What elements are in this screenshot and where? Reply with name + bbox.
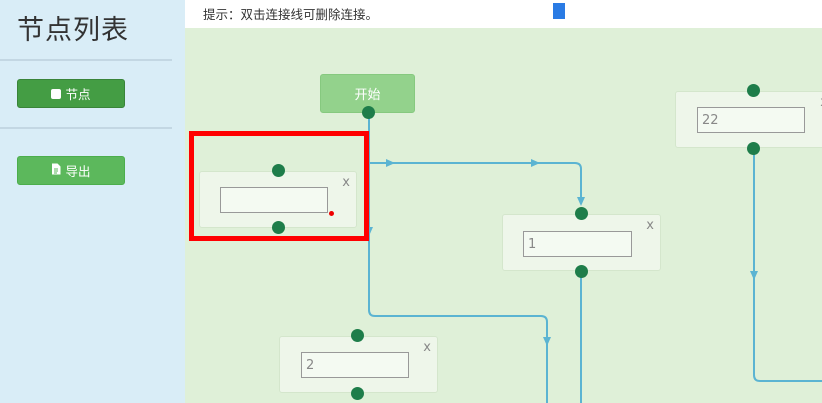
- file-icon: [51, 163, 61, 178]
- endpoint-dot[interactable]: [272, 221, 285, 234]
- close-icon[interactable]: x: [423, 340, 431, 355]
- sidebar-divider: [0, 59, 172, 61]
- close-icon[interactable]: x: [646, 218, 654, 233]
- arrow-head: [531, 159, 540, 167]
- endpoint-dot[interactable]: [747, 84, 760, 97]
- node-name-input[interactable]: [301, 352, 409, 378]
- add-node-label: 节点: [65, 87, 91, 102]
- flow-canvas[interactable]: 开始 x x x x: [185, 28, 822, 403]
- endpoint-dot[interactable]: [575, 207, 588, 220]
- arrow-head: [577, 197, 585, 206]
- sidebar-divider: [0, 127, 172, 129]
- connector-node22-down[interactable]: [753, 148, 822, 382]
- close-icon[interactable]: x: [342, 175, 350, 190]
- arrow-head: [750, 271, 758, 280]
- endpoint-dot[interactable]: [575, 265, 588, 278]
- arrow-head: [386, 159, 395, 167]
- flow-node[interactable]: x: [675, 91, 822, 148]
- sidebar: 节点列表 节点 导出: [0, 0, 185, 403]
- node-name-input[interactable]: [220, 187, 328, 213]
- export-button[interactable]: 导出: [17, 156, 125, 185]
- hint-bar: 提示：双击连接线可删除连接。: [185, 0, 822, 28]
- error-indicator: [329, 211, 334, 216]
- text-selection-caret: [553, 3, 565, 19]
- flow-node[interactable]: x: [199, 171, 357, 228]
- endpoint-dot[interactable]: [272, 164, 285, 177]
- export-label: 导出: [65, 164, 91, 179]
- flow-node[interactable]: x: [279, 336, 438, 393]
- endpoint-dot[interactable]: [351, 387, 364, 400]
- connector-start-to-node1[interactable]: [368, 112, 582, 204]
- flow-node[interactable]: x: [502, 214, 661, 271]
- endpoint-dot[interactable]: [747, 142, 760, 155]
- node-name-input[interactable]: [523, 231, 632, 257]
- endpoint-dot[interactable]: [351, 329, 364, 342]
- arrow-head: [365, 227, 373, 236]
- hint-text: 提示：双击连接线可删除连接。: [203, 7, 379, 22]
- square-icon: [51, 88, 62, 99]
- node-name-input[interactable]: [697, 107, 805, 133]
- arrow-head: [543, 337, 551, 346]
- sidebar-title: 节点列表: [17, 15, 129, 46]
- add-node-button[interactable]: 节点: [17, 79, 125, 108]
- endpoint-dot[interactable]: [362, 106, 375, 119]
